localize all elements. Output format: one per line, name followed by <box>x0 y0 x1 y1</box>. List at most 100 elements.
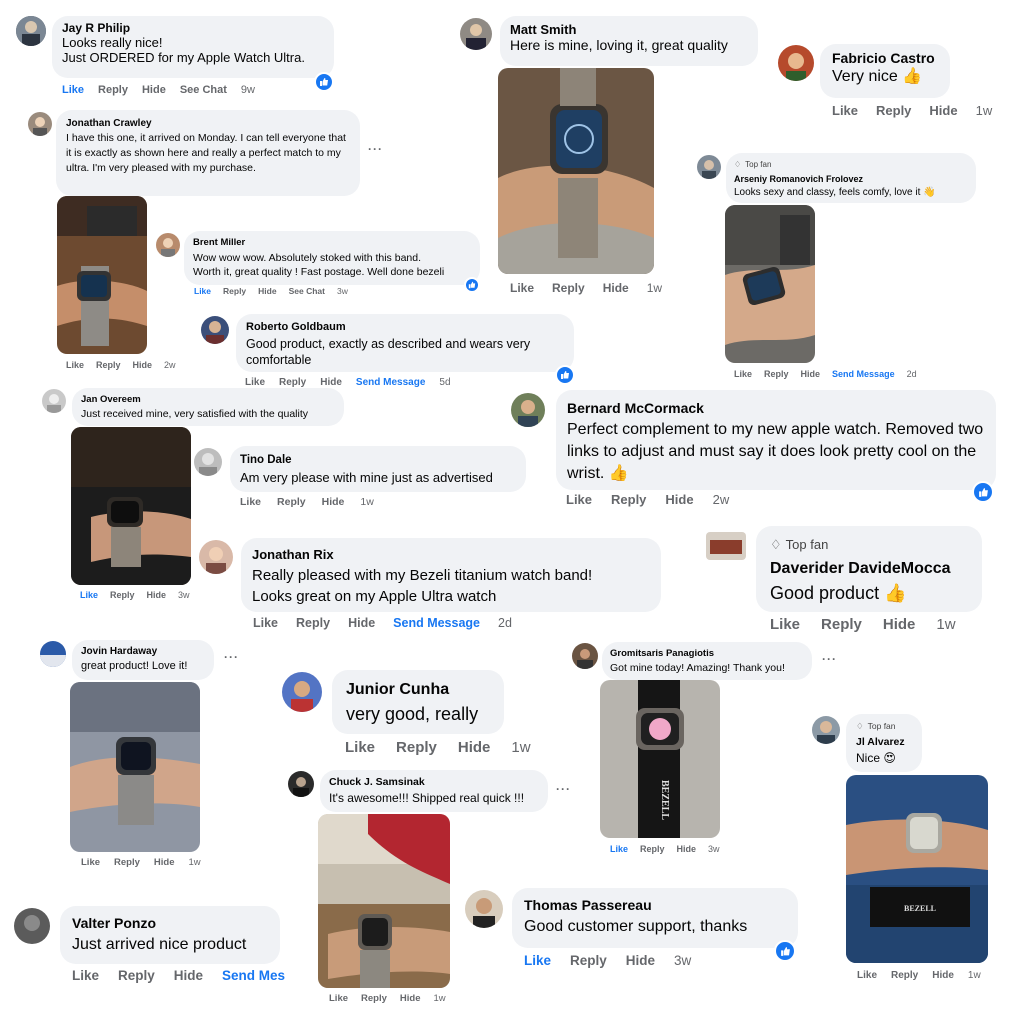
author-name[interactable]: Jay R Philip <box>62 21 324 35</box>
attached-photo[interactable] <box>70 682 200 852</box>
like-button[interactable]: Like <box>329 993 348 1004</box>
timestamp[interactable]: 5d <box>439 377 450 388</box>
timestamp[interactable]: 2d <box>907 369 917 379</box>
avatar[interactable] <box>28 112 52 136</box>
reply-button[interactable]: Reply <box>277 496 306 508</box>
hide-button[interactable]: Hide <box>603 281 629 295</box>
reply-button[interactable]: Reply <box>640 844 665 854</box>
hide-button[interactable]: Hide <box>626 953 655 968</box>
like-button[interactable]: Like <box>253 616 278 630</box>
timestamp[interactable]: 2d <box>498 616 512 630</box>
timestamp[interactable]: 1w <box>188 857 200 868</box>
reply-button[interactable]: Reply <box>552 281 585 295</box>
like-button[interactable]: Like <box>245 377 265 388</box>
like-reaction-icon[interactable] <box>314 72 334 92</box>
hide-button[interactable]: Hide <box>348 616 375 630</box>
avatar[interactable] <box>16 16 46 46</box>
timestamp[interactable]: 2w <box>164 360 176 370</box>
avatar[interactable] <box>511 393 545 427</box>
timestamp[interactable]: 2w <box>713 492 730 507</box>
hide-button[interactable]: Hide <box>174 968 203 983</box>
like-button[interactable]: Like <box>240 496 261 508</box>
timestamp[interactable]: 3w <box>337 286 348 296</box>
hide-button[interactable]: Hide <box>665 492 693 507</box>
like-reaction-icon[interactable] <box>972 481 994 503</box>
timestamp[interactable]: 9w <box>241 84 255 96</box>
author-name[interactable]: Roberto Goldbaum <box>246 319 564 336</box>
author-name[interactable]: Junior Cunha <box>346 678 490 702</box>
hide-button[interactable]: Hide <box>322 496 345 508</box>
avatar[interactable] <box>14 908 50 944</box>
hide-button[interactable]: Hide <box>320 377 342 388</box>
timestamp[interactable]: 1w <box>936 616 955 633</box>
timestamp[interactable]: 3w <box>708 844 720 854</box>
author-name[interactable]: Jan Overeem <box>81 392 335 407</box>
reply-button[interactable]: Reply <box>114 857 140 868</box>
hide-button[interactable]: Hide <box>677 844 697 854</box>
see-chat-button[interactable]: See Chat <box>289 286 325 296</box>
timestamp[interactable]: 1w <box>976 103 993 118</box>
like-button[interactable]: Like <box>524 953 551 968</box>
like-reaction-icon[interactable] <box>774 940 796 962</box>
avatar[interactable] <box>288 771 314 797</box>
more-options-icon[interactable]: ··· <box>224 650 239 664</box>
reply-button[interactable]: Reply <box>876 103 911 118</box>
author-name[interactable]: Jonathan Crawley <box>66 116 350 131</box>
attached-photo[interactable] <box>725 205 815 363</box>
avatar[interactable] <box>697 155 721 179</box>
hide-button[interactable]: Hide <box>400 993 421 1004</box>
hide-button[interactable]: Hide <box>458 739 491 756</box>
timestamp[interactable]: 3w <box>674 953 691 968</box>
avatar[interactable] <box>572 643 598 669</box>
avatar[interactable] <box>40 641 66 667</box>
avatar[interactable] <box>812 716 840 744</box>
hide-button[interactable]: Hide <box>929 103 957 118</box>
like-button[interactable]: Like <box>62 84 84 96</box>
like-button[interactable]: Like <box>734 369 752 379</box>
hide-button[interactable]: Hide <box>801 369 821 379</box>
timestamp[interactable]: 1w <box>433 993 445 1004</box>
hide-button[interactable]: Hide <box>142 84 166 96</box>
like-button[interactable]: Like <box>857 970 877 981</box>
timestamp[interactable]: 1w <box>647 281 662 295</box>
attached-photo[interactable] <box>498 68 654 274</box>
reply-button[interactable]: Reply <box>764 369 789 379</box>
hide-button[interactable]: Hide <box>258 286 276 296</box>
reply-button[interactable]: Reply <box>361 993 387 1004</box>
attached-photo[interactable]: BEZELL <box>600 680 720 838</box>
send-message-button[interactable]: Send Message <box>356 377 425 388</box>
send-message-button[interactable]: Send Mes <box>222 968 285 983</box>
like-button[interactable]: Like <box>72 968 99 983</box>
author-name[interactable]: Gromitsaris Panagiotis <box>610 646 804 661</box>
attached-photo[interactable]: BEZELL <box>846 775 988 963</box>
author-name[interactable]: Jovin Hardaway <box>81 644 205 659</box>
attached-photo[interactable] <box>71 427 191 585</box>
avatar[interactable] <box>194 448 222 476</box>
hide-button[interactable]: Hide <box>883 616 916 633</box>
timestamp[interactable]: 1w <box>511 739 530 756</box>
author-name[interactable]: Matt Smith <box>510 22 748 37</box>
author-name[interactable]: Valter Ponzo <box>72 913 268 934</box>
author-name[interactable]: Chuck J. Samsinak <box>329 774 539 790</box>
reply-button[interactable]: Reply <box>279 377 306 388</box>
like-button[interactable]: Like <box>66 360 84 370</box>
like-button[interactable]: Like <box>345 739 375 756</box>
author-name[interactable]: Jonathan Rix <box>252 544 650 565</box>
like-button[interactable]: Like <box>510 281 534 295</box>
more-options-icon[interactable]: ··· <box>556 782 571 796</box>
like-button[interactable]: Like <box>80 590 98 600</box>
like-button[interactable]: Like <box>81 857 100 868</box>
reply-button[interactable]: Reply <box>118 968 155 983</box>
timestamp[interactable]: 1w <box>360 496 373 508</box>
like-button[interactable]: Like <box>610 844 628 854</box>
like-button[interactable]: Like <box>194 286 211 296</box>
reply-button[interactable]: Reply <box>611 492 646 507</box>
like-button[interactable]: Like <box>566 492 592 507</box>
author-name[interactable]: Daverider DavideMocca <box>770 557 968 581</box>
more-options-icon[interactable]: ··· <box>368 142 383 156</box>
author-name[interactable]: Thomas Passereau <box>524 895 786 916</box>
like-reaction-icon[interactable] <box>464 277 480 293</box>
like-button[interactable]: Like <box>770 616 800 633</box>
reply-button[interactable]: Reply <box>98 84 128 96</box>
attached-photo[interactable] <box>318 814 450 988</box>
